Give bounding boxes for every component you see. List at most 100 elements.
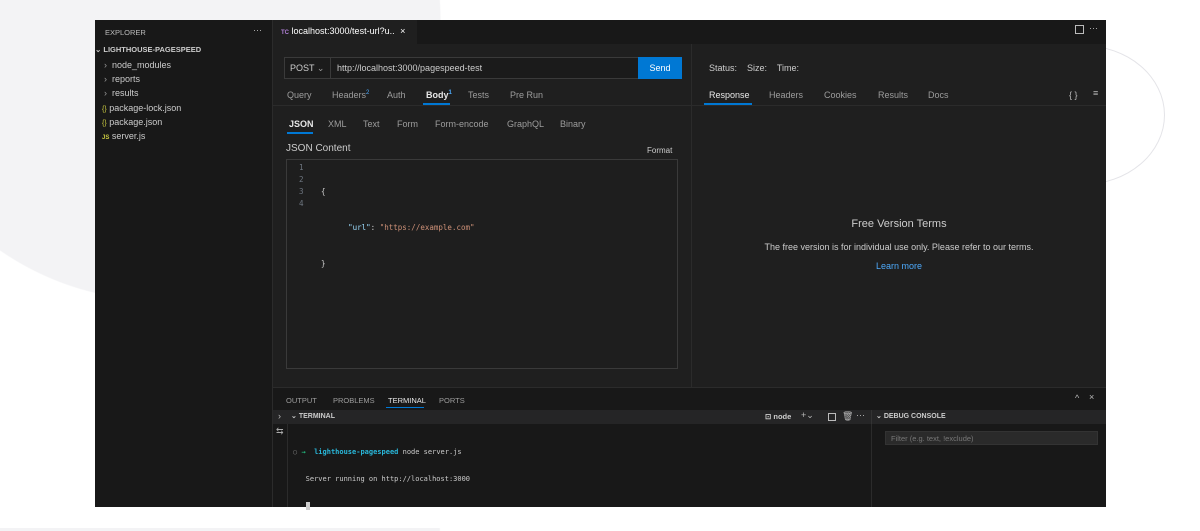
tab-body[interactable]: Body1 [426,90,452,100]
tree-item-package-lock[interactable]: {} package-lock.json [102,101,181,115]
body-tab-form-encode[interactable]: Form-encode [435,119,489,129]
json-colon: : [370,223,380,232]
tab-label: Body [426,90,449,100]
json-content-label: JSON Content [286,143,351,154]
js-file-icon: JS [102,135,110,141]
panel-tab-problems[interactable]: PROBLEMS [333,396,375,405]
terms-text: The free version is for individual use o… [764,242,1034,252]
panel-tab-output[interactable]: OUTPUT [286,396,317,405]
method-label: POST [290,63,315,73]
tab-query[interactable]: Query [287,90,312,100]
panel-tab-terminal[interactable]: TERMINAL [388,396,426,405]
folder-root-label: LIGHTHOUSE-PAGESPEED [103,45,202,54]
body-tab-xml[interactable]: XML [328,119,347,129]
divider [287,424,288,507]
tree-item-label: reports [112,74,141,84]
divider [692,105,1106,106]
more-icon[interactable]: ··· [1089,23,1098,33]
more-icon[interactable]: ··· [253,25,262,35]
method-select[interactable]: POST ⌄ [285,58,331,78]
terminal-output[interactable]: ○ → lighthouse-pagespeed node server.js … [293,430,470,531]
status-label: Status: [709,63,738,73]
editor-tab[interactable]: TC localhost:3000/test-url?u.. × [273,20,417,44]
panel-tab-ports[interactable]: PORTS [439,396,465,405]
active-tab-indicator [386,407,424,408]
add-terminal-icon[interactable]: +⌄ [801,410,814,421]
code-line: { [321,187,326,196]
terminal-line: Server running on http://localhost:3000 [293,475,470,484]
divider [273,105,691,106]
chevron-right-icon: › [104,60,107,70]
tab-tests[interactable]: Tests [468,90,489,100]
trash-icon[interactable]: 🗑 [842,411,853,422]
response-tab-cookies[interactable]: Cookies [824,90,857,100]
folder-root[interactable]: ⌄ LIGHTHOUSE-PAGESPEED [95,45,201,54]
response-tab-headers[interactable]: Headers [769,90,803,100]
debug-header-label: DEBUG CONSOLE [883,413,946,420]
close-icon[interactable]: × [400,26,405,36]
terminal-header: ⌄ TERMINAL [291,413,335,420]
send-button[interactable]: Send [638,57,682,79]
tab-bar: TC localhost:3000/test-url?u.. × ··· [273,20,1106,44]
tree-item-label: package.json [109,117,163,127]
response-tab-docs[interactable]: Docs [928,90,949,100]
json-value: "https://example.com" [379,223,475,232]
tree-item-reports[interactable]: › reports [104,72,140,86]
maximize-icon[interactable]: ^ [1075,393,1079,403]
line-number: 2 [299,175,304,184]
code-content: { "url": "https://example.com" } [321,162,475,294]
tree-item-label: server.js [111,131,146,141]
response-tab-response[interactable]: Response [709,90,750,100]
split-editor-icon[interactable] [1075,25,1084,34]
debug-filter-input[interactable]: Filter (e.g. text, !exclude) [885,431,1098,445]
output-text: Server running on http://localhost:3000 [305,475,471,483]
terminal-shell[interactable]: ⊡ node [765,412,791,421]
format-button[interactable]: Format [647,146,672,155]
vscode-window: EXPLORER ··· ⌄ LIGHTHOUSE-PAGESPEED › no… [95,20,1106,510]
terminal-cursor [293,502,470,513]
response-tab-results[interactable]: Results [878,90,908,100]
chevron-right-icon[interactable]: › [278,411,281,421]
code-line: "url": "https://example.com" [321,222,475,234]
learn-more-link[interactable]: Learn more [692,261,1106,271]
badge: 2 [366,90,370,96]
tree-item-node-modules[interactable]: › node_modules [104,58,171,72]
tree-item-package-json[interactable]: {} package.json [102,115,162,129]
debug-console-header: ⌄ DEBUG CONSOLE [876,413,946,420]
tree-item-results[interactable]: › results [104,86,139,100]
chevron-right-icon: › [104,88,107,98]
explorer-title: EXPLORER [105,28,146,37]
menu-icon[interactable]: ≡ [1093,88,1098,98]
bottom-panel: OUTPUT PROBLEMS TERMINAL PORTS ^ × › ⌄ T… [273,387,1106,510]
tree-item-label: results [112,88,139,98]
body-tab-graphql[interactable]: GraphQL [507,119,544,129]
thunder-client-icon: TC [281,30,289,36]
split-terminal-icon[interactable] [828,413,836,421]
divider [871,410,872,424]
chevron-down-icon: ⌄ [316,63,325,73]
tree-item-label: node_modules [112,60,172,70]
json-editor[interactable]: 1 2 3 4 { "url": "https://example.com" } [286,159,678,369]
tab-headers[interactable]: Headers2 [332,90,369,100]
body-tab-form[interactable]: Form [397,119,418,129]
terminal-tree-icon[interactable]: ⇆ [276,426,284,437]
more-icon[interactable]: ··· [856,410,865,420]
body-tab-text[interactable]: Text [363,119,380,129]
explorer-sidebar: EXPLORER ··· ⌄ LIGHTHOUSE-PAGESPEED › no… [95,20,273,507]
body-tab-json[interactable]: JSON [289,119,314,129]
divider [871,424,872,507]
pane-divider [691,44,692,387]
prompt-dir: lighthouse-pagespeed [314,448,399,456]
braces-icon[interactable]: { } [1069,90,1078,100]
url-input[interactable]: http://localhost:3000/pagespeed-test [337,63,482,73]
editor-tab-label: localhost:3000/test-url?u.. [291,26,395,36]
tree-item-server-js[interactable]: JS server.js [102,129,145,143]
tab-pre-run[interactable]: Pre Run [510,90,543,100]
chevron-right-icon: › [104,74,107,84]
line-number: 4 [299,199,304,208]
json-key: "url" [348,223,371,232]
code-line: } [321,259,326,268]
tab-auth[interactable]: Auth [387,90,406,100]
close-panel-icon[interactable]: × [1089,392,1094,402]
body-tab-binary[interactable]: Binary [560,119,586,129]
